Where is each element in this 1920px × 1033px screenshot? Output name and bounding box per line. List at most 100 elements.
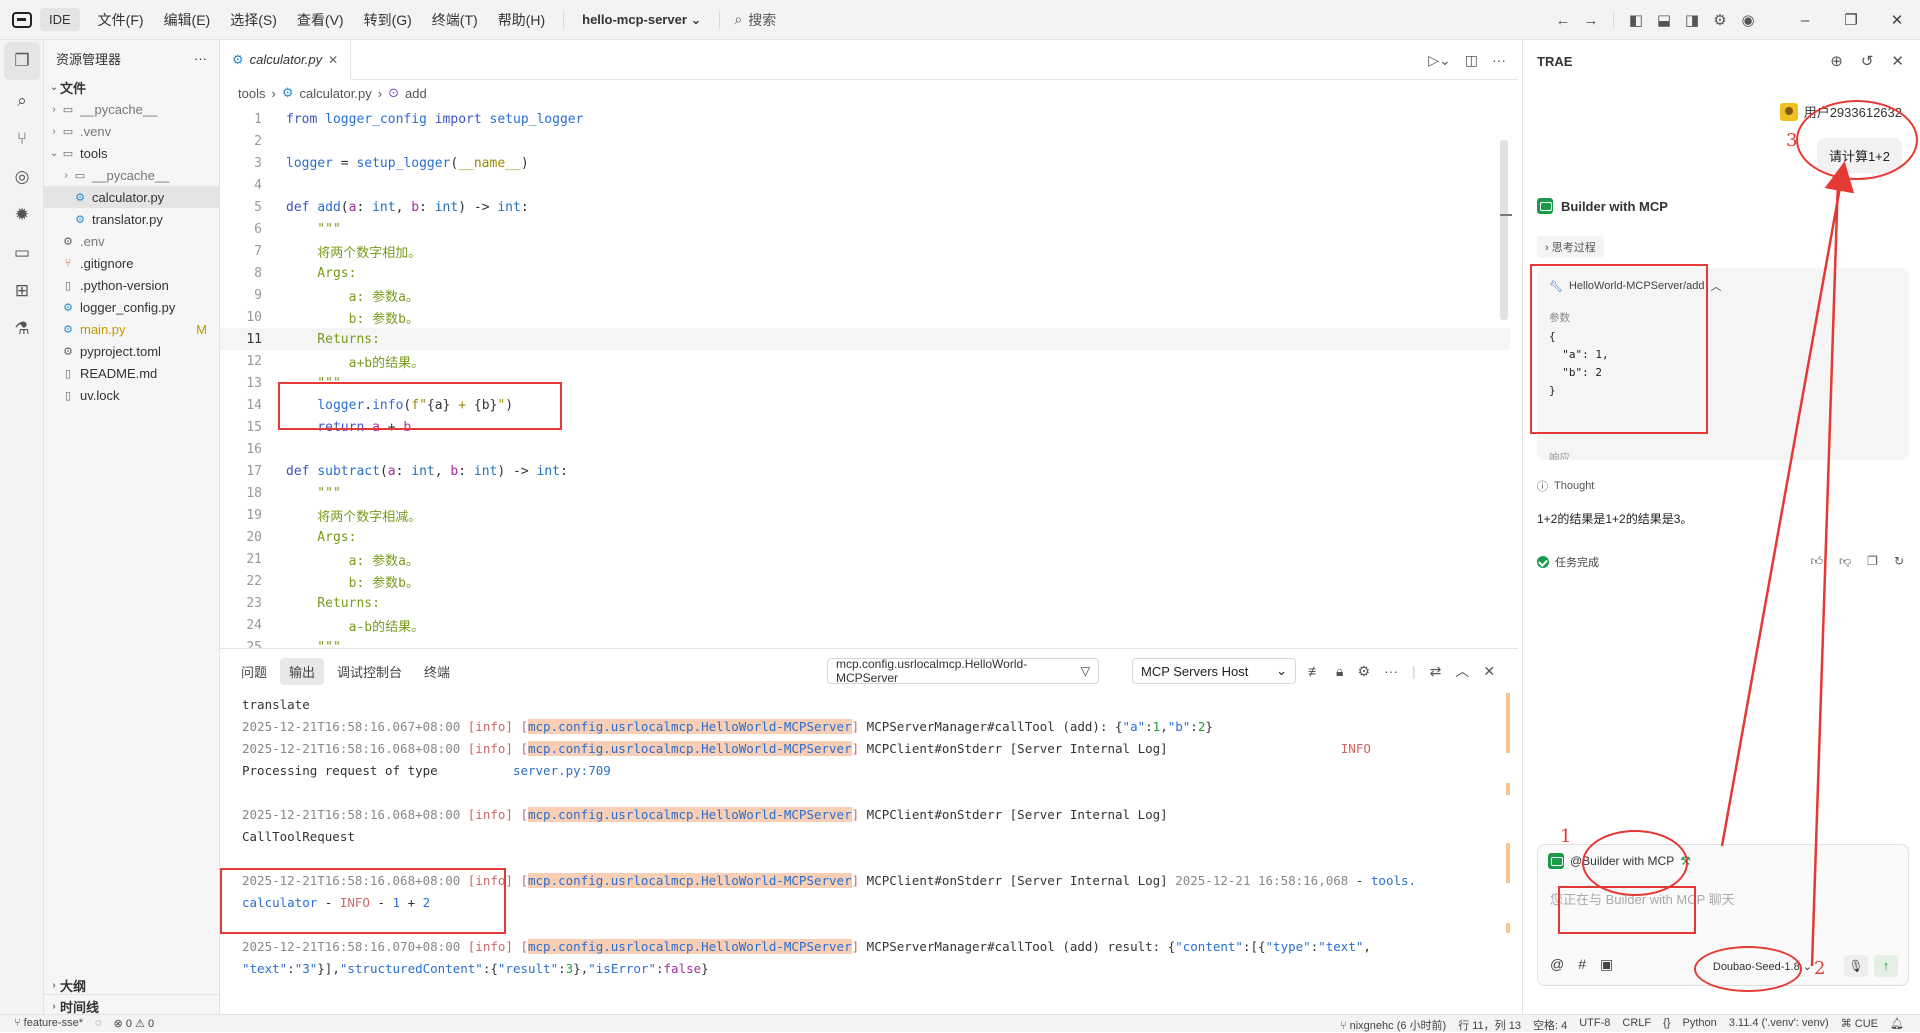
source-control-icon[interactable]: ⑂ (0, 120, 44, 158)
close-tab-icon[interactable]: ✕ (328, 53, 338, 67)
testing-flask-icon[interactable]: ⚗ (0, 310, 44, 348)
thinking-toggle[interactable]: › 思考过程 (1537, 236, 1604, 258)
settings-gear-icon[interactable]: ⚙ (1706, 6, 1734, 34)
code-line[interactable]: 2 (220, 130, 1510, 152)
menu-terminal[interactable]: 终端(T) (422, 10, 488, 30)
tree-item[interactable]: › ▭ __pycache__ (44, 164, 219, 186)
cue-status[interactable]: ⌘ CUE (1841, 1017, 1878, 1033)
tab-output[interactable]: 输出 (280, 657, 325, 685)
toggle-sidebar-icon[interactable]: ◧ (1622, 6, 1650, 34)
code-line[interactable]: 3 logger = setup_logger(__name__) (220, 152, 1510, 174)
tab-calculator-py[interactable]: ⚙ calculator.py ✕ (220, 39, 352, 80)
tree-item[interactable]: ⚙ translator.py (44, 208, 219, 230)
chat-input[interactable]: 您正在与 Builder with MCP 聊天 (1550, 889, 1735, 908)
microphone-icon[interactable]: 🎙︎ (1844, 955, 1868, 977)
tree-item[interactable]: ⚙ .env (44, 230, 219, 252)
new-chat-icon[interactable]: ⊕ (1830, 52, 1843, 70)
code-line[interactable]: 8 Args: (220, 262, 1510, 284)
code-line[interactable]: 16 (220, 438, 1510, 460)
tree-item[interactable]: ▯ .python-version (44, 274, 219, 296)
branch-status[interactable]: ⑂ feature-sse* (14, 1017, 83, 1030)
tree-item[interactable]: ⚙ pyproject.toml (44, 340, 219, 362)
menu-select[interactable]: 选择(S) (220, 10, 287, 30)
toggle-panel-icon[interactable]: ⬓ (1650, 6, 1678, 34)
code-line[interactable]: 6 """ (220, 218, 1510, 240)
breadcrumb-folder[interactable]: tools (238, 86, 265, 101)
code-line[interactable]: 17 def subtract(a: int, b: int) -> int: (220, 460, 1510, 482)
tools-icon[interactable]: ⚒ (1680, 854, 1691, 868)
eye-icon[interactable]: ◎ (0, 158, 44, 196)
more-actions-icon[interactable]: ··· (1492, 52, 1506, 68)
tool-call-header[interactable]: 🔧︎ HelloWorld-MCPServer/add ︿ (1549, 278, 1721, 294)
minimize-icon[interactable]: – (1782, 12, 1828, 29)
problems-status[interactable]: ⊗ 0 ⚠ 0 (114, 1017, 155, 1030)
encoding[interactable]: UTF-8 (1579, 1017, 1610, 1033)
code-line[interactable]: 1 from logger_config import setup_logger (220, 108, 1510, 130)
global-search[interactable]: ⌕ 搜索 (734, 10, 776, 30)
output-source-select[interactable]: MCP Servers Host ⌄ (1132, 658, 1296, 684)
breadcrumb-symbol[interactable]: add (405, 86, 427, 101)
tree-item[interactable]: ⚙ main.py M (44, 318, 219, 340)
explorer-files-icon[interactable]: ❐ (4, 42, 40, 80)
tree-item[interactable]: › ▭ __pycache__ (44, 98, 219, 120)
menu-edit[interactable]: 编辑(E) (154, 10, 221, 30)
at-mention-icon[interactable]: @ (1550, 956, 1564, 973)
menu-file[interactable]: 文件(F) (88, 10, 154, 30)
code-line[interactable]: 23 Returns: (220, 592, 1510, 614)
toggle-secondary-sidebar-icon[interactable]: ◨ (1678, 6, 1706, 34)
code-line[interactable]: 11 Returns: (220, 328, 1510, 350)
code-line[interactable]: 4 (220, 174, 1510, 196)
restore-icon[interactable]: ❐ (1828, 11, 1874, 29)
code-line[interactable]: 18 """ (220, 482, 1510, 504)
code-line[interactable]: 10 b: 参数b。 (220, 306, 1510, 328)
agent-mention[interactable]: @Builder with MCP ⚒ (1548, 853, 1691, 869)
toggle-layout-icon[interactable]: ⇄ (1430, 663, 1442, 680)
back-arrow-icon[interactable]: ← (1549, 6, 1577, 34)
code-line[interactable]: 20 Args: (220, 526, 1510, 548)
image-icon[interactable]: ▣ (1600, 956, 1613, 973)
tree-item[interactable]: ⌄ ▭ tools (44, 142, 219, 164)
close-icon[interactable]: ✕ (1891, 52, 1904, 70)
code-line[interactable]: 19 将两个数字相减。 (220, 504, 1510, 526)
language-braces[interactable]: {} (1663, 1017, 1670, 1033)
cursor-position[interactable]: 行 11，列 13 (1458, 1017, 1521, 1033)
filter-icon[interactable]: ▽ (1081, 664, 1090, 678)
code-line[interactable]: 9 a: 参数a。 (220, 284, 1510, 306)
python-interpreter[interactable]: 3.11.4 ('.venv': venv) (1729, 1017, 1829, 1033)
send-button[interactable]: ↑ (1874, 955, 1898, 977)
tab-debug-console[interactable]: 调试控制台 (328, 658, 411, 685)
code-line[interactable]: 22 b: 参数b。 (220, 570, 1510, 592)
close-window-icon[interactable]: ✕ (1874, 11, 1920, 29)
more-actions-icon[interactable]: ··· (1384, 663, 1398, 679)
editor-scrollbar[interactable] (1500, 140, 1508, 320)
hash-context-icon[interactable]: # (1578, 956, 1586, 973)
model-select[interactable]: Doubao-Seed-1.8 ⌄ (1713, 960, 1812, 973)
tree-item[interactable]: ⑂ .gitignore (44, 252, 219, 274)
tab-terminal[interactable]: 终端 (415, 658, 459, 685)
notifications-bell-icon[interactable]: 🔔︎ (1890, 1017, 1904, 1033)
project-switcher[interactable]: hello-mcp-server ⌄ (572, 12, 711, 28)
regenerate-icon[interactable]: ↻ (1894, 554, 1904, 569)
menu-help[interactable]: 帮助(H) (488, 10, 555, 30)
remote-monitor-icon[interactable]: ▭ (0, 234, 44, 272)
forward-arrow-icon[interactable]: → (1577, 6, 1605, 34)
settings-gear-icon[interactable]: ⚙ (1357, 663, 1370, 680)
more-actions-icon[interactable]: ··· (194, 51, 207, 66)
outline-row[interactable]: › 大纲 (44, 974, 220, 996)
code-line[interactable]: 13 """ (220, 372, 1510, 394)
indentation[interactable]: 空格: 4 (1533, 1017, 1567, 1033)
run-play-icon[interactable]: ▷⌄ (1428, 52, 1451, 69)
code-line[interactable]: 14 logger.info(f"{a} + {b}") (220, 394, 1510, 416)
code-line[interactable]: 24 a-b的结果。 (220, 614, 1510, 636)
code-line[interactable]: 7 将两个数字相加。 (220, 240, 1510, 262)
code-line[interactable]: 5 def add(a: int, b: int) -> int: (220, 196, 1510, 218)
tree-item[interactable]: ▯ README.md (44, 362, 219, 384)
lock-scroll-icon[interactable]: 🔒︎ (1336, 663, 1343, 680)
breadcrumb-file[interactable]: calculator.py (299, 86, 371, 101)
code-line[interactable]: 12 a+b的结果。 (220, 350, 1510, 372)
search-files-icon[interactable]: ⌕ (0, 82, 44, 120)
ide-mode-label[interactable]: IDE (40, 8, 80, 31)
outline-section[interactable]: › 大纲 (44, 974, 220, 996)
output-scrollbar[interactable] (1506, 693, 1512, 993)
clear-output-icon[interactable]: ≢ (1308, 663, 1322, 679)
